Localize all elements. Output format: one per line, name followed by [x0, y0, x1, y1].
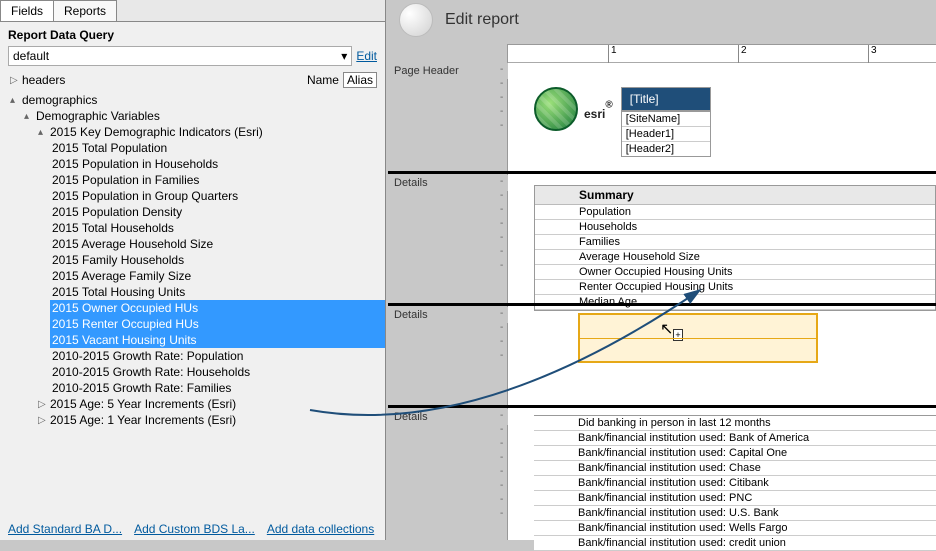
headers-label: headers: [22, 73, 65, 87]
chevron-right-icon: ▷: [10, 75, 22, 86]
chevron-right-icon: ▷: [38, 399, 50, 410]
tree-label: Demographic Variables: [36, 109, 160, 123]
bank-row[interactable]: Bank/financial institution used: Wells F…: [534, 521, 936, 536]
tree-leaf[interactable]: 2010-2015 Growth Rate: Families: [50, 380, 385, 396]
bank-row[interactable]: Bank/financial institution used: PNC: [534, 491, 936, 506]
query-label: Report Data Query: [0, 22, 385, 44]
summary-row[interactable]: Average Household Size: [535, 250, 935, 265]
chevron-down-icon: ▾: [341, 49, 347, 63]
tree-leaf-selected[interactable]: 2015 Renter Occupied HUs: [50, 316, 385, 332]
vertical-ruler: ----: [500, 307, 508, 363]
section-label-details: Details: [388, 409, 508, 425]
summary-row[interactable]: Population: [535, 205, 935, 220]
header1-field[interactable]: [Header1]: [622, 127, 710, 142]
tree-label: 2015 Key Demographic Indicators (Esri): [50, 125, 263, 139]
globe-icon: [534, 87, 578, 131]
section-label-details: Details: [388, 307, 508, 323]
chevron-right-icon: ▷: [38, 415, 50, 426]
section-divider: [388, 171, 936, 174]
summary-row[interactable]: Owner Occupied Housing Units: [535, 265, 935, 280]
add-custom-bds-link[interactable]: Add Custom BDS La...: [134, 522, 255, 536]
bank-row[interactable]: Bank/financial institution used: Chase: [534, 461, 936, 476]
chevron-down-icon: ▴: [38, 127, 50, 138]
footer-links: Add Standard BA D... Add Custom BDS La..…: [8, 522, 374, 536]
esri-logo[interactable]: esri®: [534, 87, 613, 131]
tree-label: 2015 Age: 5 Year Increments (Esri): [50, 397, 236, 411]
tree-label: 2015 Age: 1 Year Increments (Esri): [50, 413, 236, 427]
query-selected-value: default: [13, 49, 49, 63]
bank-row[interactable]: Bank/financial institution used: credit …: [534, 536, 936, 551]
bank-row[interactable]: Bank/financial institution used: Capital…: [534, 446, 936, 461]
tree-leaf[interactable]: 2010-2015 Growth Rate: Households: [50, 364, 385, 380]
fields-panel: Fields Reports Report Data Query default…: [0, 0, 386, 540]
tree-headers[interactable]: ▷headers: [8, 72, 67, 88]
page-title: Edit report: [445, 11, 519, 29]
tree-leaf[interactable]: 2015 Population Density: [50, 204, 385, 220]
cursor-drag-icon: ↖+: [660, 319, 683, 340]
ruler-tick: 2: [738, 45, 747, 63]
report-canvas[interactable]: 1 2 3 Page Header ----- esri® [Title] [S…: [507, 44, 936, 540]
edit-query-link[interactable]: Edit: [356, 49, 377, 63]
esri-logo-text: esri®: [584, 93, 613, 125]
summary-row[interactable]: Families: [535, 235, 935, 250]
vertical-ruler: -------: [500, 175, 508, 273]
title-bar: Edit report: [387, 0, 936, 40]
chevron-down-icon: ▴: [24, 111, 36, 122]
section-divider: [388, 405, 936, 408]
tree-key-indicators[interactable]: ▴2015 Key Demographic Indicators (Esri): [36, 124, 385, 140]
tree-leaf[interactable]: 2015 Population in Group Quarters: [50, 188, 385, 204]
tree-leaf[interactable]: 2015 Average Family Size: [50, 268, 385, 284]
sitename-field[interactable]: [SiteName]: [622, 112, 710, 127]
tree-leaf-selected[interactable]: 2015 Owner Occupied HUs: [50, 300, 385, 316]
panel-tabs: Fields Reports: [0, 0, 385, 22]
tree-leaf[interactable]: 2010-2015 Growth Rate: Population: [50, 348, 385, 364]
ruler-tick: 1: [608, 45, 617, 63]
summary-table[interactable]: Summary Population Households Families A…: [534, 185, 936, 311]
report-meta-fields[interactable]: [SiteName] [Header1] [Header2]: [621, 111, 711, 157]
tree-demographic-variables[interactable]: ▴Demographic Variables: [22, 108, 385, 124]
report-canvas-panel: Edit report 1 2 3 Page Header ----- esri…: [387, 0, 936, 540]
name-column-label: Name: [307, 73, 339, 87]
chevron-down-icon: ▴: [10, 95, 22, 106]
section-divider: [388, 303, 936, 306]
summary-row[interactable]: Renter Occupied Housing Units: [535, 280, 935, 295]
section-label-page-header: Page Header: [388, 63, 508, 79]
tree-demographics[interactable]: ▴demographics: [8, 92, 385, 108]
report-title-field[interactable]: [Title]: [621, 87, 711, 111]
tree-leaf[interactable]: 2015 Total Population: [50, 140, 385, 156]
horizontal-ruler: 1 2 3: [508, 45, 936, 63]
tree-leaf[interactable]: 2015 Average Household Size: [50, 236, 385, 252]
bank-row[interactable]: Did banking in person in last 12 months: [534, 416, 936, 431]
bank-row[interactable]: Bank/financial institution used: U.S. Ba…: [534, 506, 936, 521]
add-data-collections-link[interactable]: Add data collections: [267, 522, 374, 536]
add-standard-ba-link[interactable]: Add Standard BA D...: [8, 522, 122, 536]
tree-leaf[interactable]: 2015 Family Households: [50, 252, 385, 268]
summary-header: Summary: [535, 186, 935, 205]
tree-age-1yr[interactable]: ▷2015 Age: 1 Year Increments (Esri): [36, 412, 385, 428]
bank-row[interactable]: Bank/financial institution used: Bank of…: [534, 431, 936, 446]
query-select[interactable]: default ▾: [8, 46, 352, 66]
alias-column-label[interactable]: Alias: [343, 72, 377, 88]
header2-field[interactable]: [Header2]: [622, 142, 710, 156]
app-menu-button[interactable]: [399, 3, 433, 37]
ruler-tick: 3: [868, 45, 877, 63]
bank-table[interactable]: Did banking in person in last 12 months …: [534, 415, 936, 551]
tree-label: demographics: [22, 93, 97, 107]
tree-leaf-selected[interactable]: 2015 Vacant Housing Units: [50, 332, 385, 348]
section-label-details: Details: [388, 175, 508, 191]
tree-leaf[interactable]: 2015 Population in Households: [50, 156, 385, 172]
tree-leaf[interactable]: 2015 Population in Families: [50, 172, 385, 188]
field-drop-zone[interactable]: ↖+: [578, 313, 818, 363]
tab-fields[interactable]: Fields: [0, 0, 54, 21]
vertical-ruler: --------: [500, 409, 508, 521]
tree-age-5yr[interactable]: ▷2015 Age: 5 Year Increments (Esri): [36, 396, 385, 412]
summary-row[interactable]: Households: [535, 220, 935, 235]
tab-reports[interactable]: Reports: [53, 0, 117, 21]
tree-leaf[interactable]: 2015 Total Housing Units: [50, 284, 385, 300]
vertical-ruler: -----: [500, 63, 508, 133]
indicator-list: 2015 Total Population 2015 Population in…: [36, 140, 385, 396]
tree-leaf[interactable]: 2015 Total Households: [50, 220, 385, 236]
bank-row[interactable]: Bank/financial institution used: Citiban…: [534, 476, 936, 491]
